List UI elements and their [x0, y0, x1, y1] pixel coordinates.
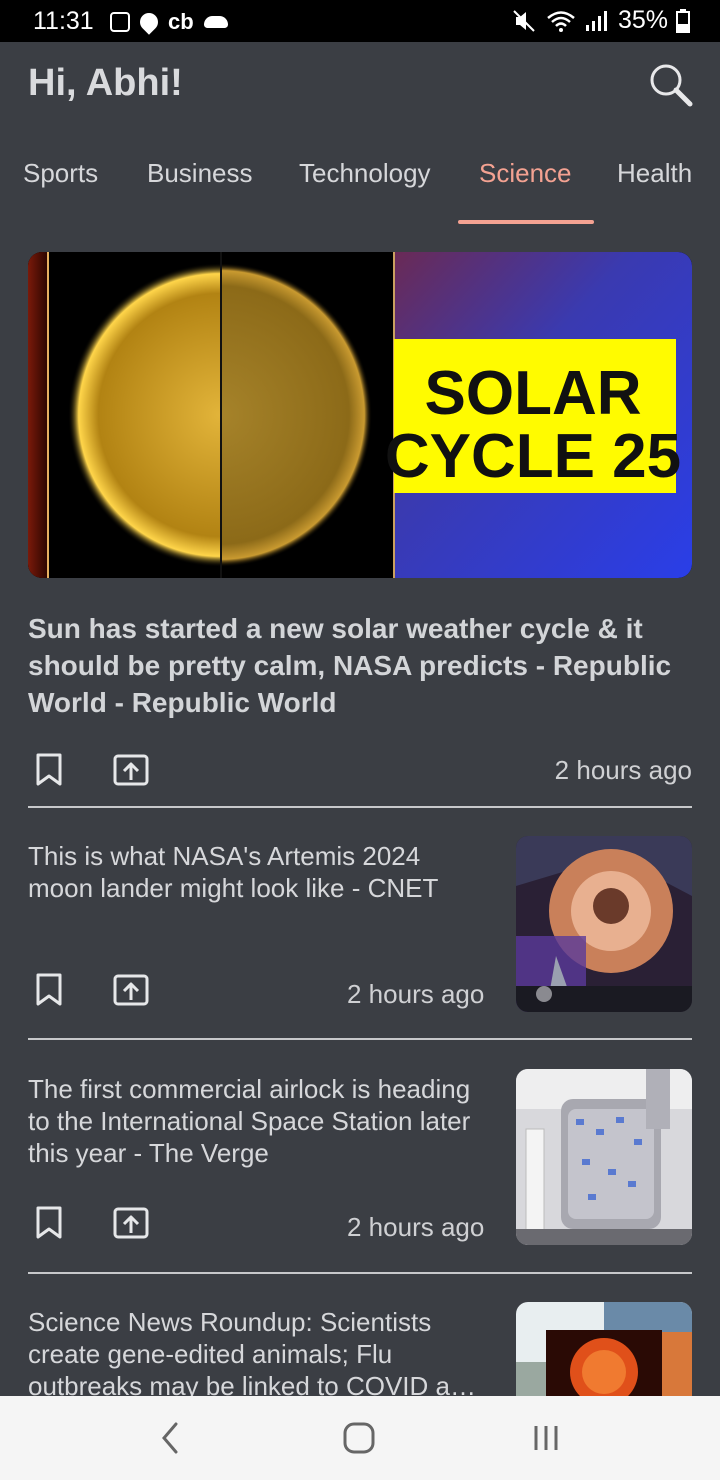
tab-technology[interactable]: Technology — [299, 158, 431, 189]
signal-icon — [585, 10, 607, 31]
system-nav-bar — [0, 1396, 720, 1480]
tab-science[interactable]: Science — [479, 158, 572, 189]
share-icon — [113, 754, 149, 786]
recents-button[interactable] — [524, 1416, 568, 1460]
article-thumbnail[interactable] — [516, 1069, 692, 1245]
featured-actions — [29, 750, 151, 790]
article-actions — [29, 970, 151, 1010]
divider — [28, 1272, 692, 1274]
cloud-icon — [203, 16, 228, 28]
article-time: 2 hours ago — [347, 1212, 485, 1242]
image-text-line1: SOLAR — [425, 359, 642, 428]
article-thumbnail[interactable] — [516, 836, 692, 1012]
greeting-title: Hi, Abhi! — [28, 62, 183, 104]
tab-health[interactable]: Health — [617, 158, 692, 189]
divider — [28, 806, 692, 808]
chat-icon — [136, 9, 162, 35]
article-title[interactable]: The first commercial airlock is heading … — [28, 1073, 488, 1169]
cb-badge: cb — [168, 9, 194, 34]
airlock-image — [516, 1069, 692, 1245]
category-tabs: Sports Business Technology Science Healt… — [0, 150, 720, 226]
recents-icon — [534, 1426, 558, 1450]
active-tab-indicator — [458, 220, 594, 224]
system-icons: 35% — [512, 6, 690, 35]
search-button[interactable] — [646, 60, 696, 110]
featured-article-image[interactable]: SOLAR CYCLE 25 — [28, 252, 692, 578]
share-button[interactable] — [111, 970, 151, 1010]
notification-icons: cb — [110, 9, 228, 35]
bookmark-button[interactable] — [29, 970, 69, 1010]
divider — [28, 1038, 692, 1040]
share-button[interactable] — [111, 750, 151, 790]
home-icon — [343, 1422, 375, 1454]
battery-icon — [676, 8, 690, 33]
back-button[interactable] — [150, 1416, 194, 1460]
bookmark-icon — [36, 1206, 62, 1239]
share-button[interactable] — [111, 1203, 151, 1243]
featured-time: 2 hours ago — [554, 755, 692, 785]
science-roundup-image — [516, 1302, 692, 1396]
bookmark-icon — [36, 753, 62, 786]
battery-percent: 35% — [617, 6, 668, 34]
tab-business[interactable]: Business — [147, 158, 253, 189]
status-bar: 11:31 cb 35% — [0, 0, 720, 42]
article-time: 2 hours ago — [347, 979, 485, 1009]
bookmark-button[interactable] — [29, 1203, 69, 1243]
article-thumbnail[interactable] — [516, 1302, 692, 1396]
article-title[interactable]: Science News Roundup: Scientists create … — [28, 1306, 488, 1396]
status-time: 11:31 — [33, 7, 94, 35]
featured-article-title[interactable]: Sun has started a new solar weather cycl… — [28, 610, 678, 721]
moon-lander-image — [516, 836, 692, 1012]
app-grid-icon — [110, 12, 130, 32]
article-title[interactable]: This is what NASA's Artemis 2024 moon la… — [28, 840, 488, 904]
image-text-line2: CYCLE 25 — [385, 422, 681, 491]
solar-cycle-image: SOLAR CYCLE 25 — [28, 252, 692, 578]
bookmark-icon — [36, 973, 62, 1006]
home-button[interactable] — [337, 1416, 381, 1460]
wifi-icon — [547, 10, 575, 32]
mute-icon — [513, 9, 535, 32]
tab-sports[interactable]: Sports — [23, 158, 98, 189]
share-icon — [113, 974, 149, 1006]
bookmark-button[interactable] — [29, 750, 69, 790]
search-icon — [650, 64, 693, 107]
share-icon — [113, 1207, 149, 1239]
article-actions — [29, 1203, 151, 1243]
back-icon — [162, 1422, 178, 1454]
